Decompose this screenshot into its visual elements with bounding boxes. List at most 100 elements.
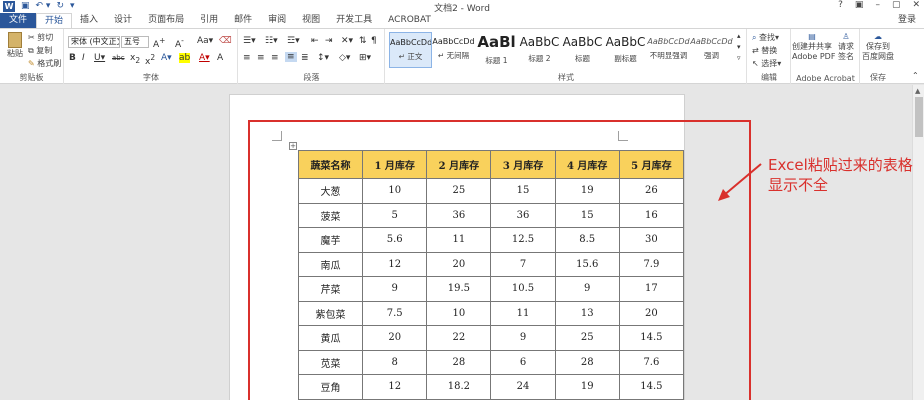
style-subtle-emphasis[interactable]: AaBbCcDd 不明显强调 [647,32,690,68]
vegetable-inventory-table[interactable]: 蔬菜名称 1 月库存 2 月库存 3 月库存 4 月库存 5 月库存 大葱 10 2… [297,150,684,400]
stock-value-cell[interactable]: 25 [554,325,620,351]
save-to-baidu-button[interactable]: ☁ 保存到 百度网盘 [861,32,895,62]
cut-button[interactable]: ✂ 剪切 [28,32,53,43]
stock-value-cell[interactable]: 7.9 [618,251,684,277]
stock-value-cell[interactable]: 14.5 [618,374,684,400]
header-cell[interactable]: 1 月库存 [362,150,428,179]
vegetable-name-cell[interactable]: 芹菜 [297,276,364,302]
customize-toolbar-icon[interactable]: ▾ [70,1,75,12]
text-effects-icon[interactable]: A▾ [161,53,172,63]
stock-value-cell[interactable]: 19 [554,178,620,204]
numbering-icon[interactable]: ☷▾ [265,36,278,46]
stock-value-cell[interactable]: 19 [554,374,620,400]
styles-scroll-icon[interactable]: ▴ ▾ ▿ [737,31,741,64]
tab-view[interactable]: 视图 [294,13,328,28]
stock-value-cell[interactable]: 7 [490,251,556,277]
table-move-handle-icon[interactable]: + [289,142,297,150]
stock-value-cell[interactable]: 20 [362,325,428,351]
stock-value-cell[interactable]: 17 [618,276,684,302]
bullets-icon[interactable]: ☰▾ [243,36,256,46]
font-size-select[interactable]: 五号 [121,36,149,48]
stock-value-cell[interactable]: 12 [362,251,428,277]
stock-value-cell[interactable]: 5.6 [362,227,428,253]
bold-button[interactable]: B [69,53,76,63]
sign-in-link[interactable]: 登录 [898,13,916,28]
stock-value-cell[interactable]: 15 [490,178,556,204]
decrease-indent-icon[interactable]: ⇤ [311,36,319,46]
tab-developer[interactable]: 开发工具 [328,13,380,28]
vegetable-name-cell[interactable]: 苋菜 [297,349,364,375]
stock-value-cell[interactable]: 10 [362,178,428,204]
font-name-select[interactable]: 宋体 (中文正文 [68,36,120,48]
stock-value-cell[interactable]: 9 [362,276,428,302]
collapse-ribbon-icon[interactable]: ⌃ [912,71,919,80]
header-cell[interactable]: 5 月库存 [618,150,684,179]
header-cell[interactable]: 2 月库存 [426,150,492,179]
stock-value-cell[interactable]: 25 [426,178,492,204]
justify-icon[interactable]: ≡ [285,52,297,62]
stock-value-cell[interactable]: 7.6 [618,349,684,375]
multilevel-list-icon[interactable]: ☲▾ [287,36,300,46]
copy-button[interactable]: ⧉ 复制 [28,45,52,56]
stock-value-cell[interactable]: 36 [490,202,556,228]
style-subtitle[interactable]: AaBbC 副标题 [604,32,647,68]
highlight-icon[interactable]: ab [179,53,191,63]
stock-value-cell[interactable]: 12 [362,374,428,400]
stock-value-cell[interactable]: 19.5 [426,276,492,302]
stock-value-cell[interactable]: 15.6 [554,251,620,277]
show-marks-icon[interactable]: ¶ [371,36,377,46]
vegetable-name-cell[interactable]: 南瓜 [297,251,364,277]
undo-icon[interactable]: ↶ ▾ [36,1,51,12]
clear-format-icon[interactable]: ⌫ [219,36,232,46]
grow-font-icon[interactable]: A+ [153,36,165,50]
select-button[interactable]: ↖ 选择▾ [752,58,781,69]
borders-icon[interactable]: ⊞▾ [359,53,371,63]
scroll-up-icon[interactable]: ▲ [915,87,920,95]
stock-value-cell[interactable]: 15 [554,202,620,228]
vegetable-name-cell[interactable]: 菠菜 [297,202,364,228]
stock-value-cell[interactable]: 26 [618,178,684,204]
vegetable-name-cell[interactable]: 紫包菜 [297,300,364,326]
char-shading-icon[interactable]: A [217,53,223,63]
align-center-icon[interactable]: ≡ [257,53,265,63]
style-heading-2[interactable]: AaBbC 标题 2 [518,32,561,68]
stock-value-cell[interactable]: 20 [426,251,492,277]
paste-button[interactable]: 粘贴 [5,32,25,59]
tab-home[interactable]: 开始 [36,13,73,28]
tab-mailings[interactable]: 邮件 [226,13,260,28]
stock-value-cell[interactable]: 11 [490,300,556,326]
style-emphasis[interactable]: AaBbCcDd 强调 [690,32,733,68]
request-signature-button[interactable]: ♙ 请求 签名 [834,32,858,62]
maximize-button[interactable]: ▢ [892,0,901,10]
stock-value-cell[interactable]: 5 [362,202,428,228]
stock-value-cell[interactable]: 9 [554,276,620,302]
tab-design[interactable]: 设计 [106,13,140,28]
strikethrough-button[interactable]: abc [112,54,125,62]
tab-review[interactable]: 审阅 [260,13,294,28]
replace-button[interactable]: ⇄ 替换 [752,45,777,56]
find-button[interactable]: ⌕ 查找▾ [752,32,779,43]
style-title[interactable]: AaBbC 标题 [561,32,604,68]
font-color-icon[interactable]: A▾ [199,53,210,63]
document-page[interactable]: + 蔬菜名称 1 月库存 2 月库存 3 月库存 4 月库存 5 月库存 大葱 1… [229,94,685,400]
stock-value-cell[interactable]: 13 [554,300,620,326]
shading-icon[interactable]: ◇▾ [339,53,350,63]
header-cell[interactable]: 蔬菜名称 [297,150,364,179]
vegetable-name-cell[interactable]: 豆角 [297,374,364,400]
subscript-button[interactable]: x2 [130,53,140,65]
stock-value-cell[interactable]: 18.2 [426,374,492,400]
stock-value-cell[interactable]: 28 [426,349,492,375]
sort-icon[interactable]: ⇅ [359,36,367,46]
stock-value-cell[interactable]: 8.5 [554,227,620,253]
distributed-icon[interactable]: ≣ [301,53,309,63]
align-right-icon[interactable]: ≡ [271,53,279,63]
ribbon-display-options-button[interactable]: ▣ [855,0,864,10]
stock-value-cell[interactable]: 24 [490,374,556,400]
stock-value-cell[interactable]: 22 [426,325,492,351]
vegetable-name-cell[interactable]: 大葱 [297,178,364,204]
stock-value-cell[interactable]: 36 [426,202,492,228]
shrink-font-icon[interactable]: A- [175,36,184,50]
superscript-button[interactable]: x2 [145,53,155,67]
close-button[interactable]: ✕ [912,0,920,10]
increase-indent-icon[interactable]: ⇥ [325,36,333,46]
